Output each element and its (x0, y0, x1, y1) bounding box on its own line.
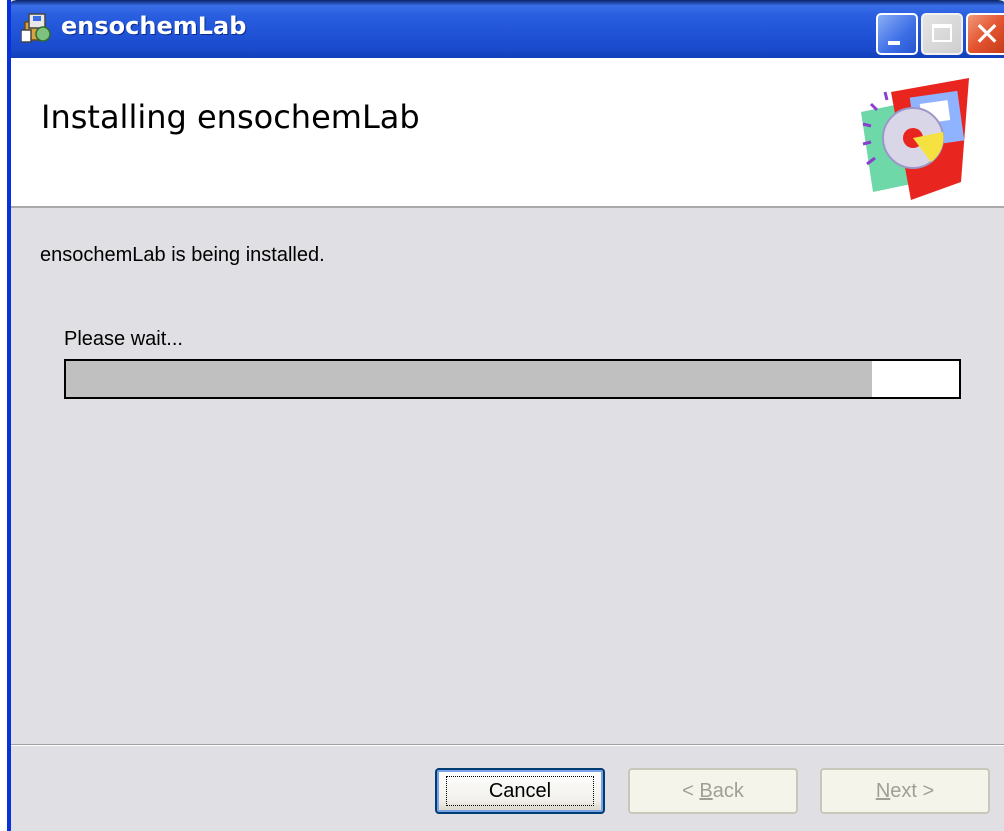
back-button: < Back (628, 768, 798, 814)
maximize-button (921, 13, 963, 55)
progress-fill (66, 361, 873, 397)
installer-package-icon (21, 13, 51, 43)
install-progress-bar (64, 359, 961, 399)
title-bar[interactable]: ensochemLab ✕ (11, 0, 1004, 58)
next-button-mnemonic: N (875, 780, 891, 802)
maximize-icon (932, 24, 952, 42)
minimize-icon (888, 41, 900, 45)
please-wait-label: Please wait... (64, 328, 183, 350)
back-button-rest: ack (712, 780, 744, 802)
install-status-text: ensochemLab is being installed. (40, 244, 325, 266)
next-button: Next > (820, 768, 990, 814)
content-area: ensochemLab is being installed. Please w… (11, 208, 1004, 744)
header-banner: Installing ensochemLab (11, 58, 1004, 208)
installer-window: ensochemLab ✕ Installing ensochemLab ens… (7, 0, 1004, 831)
setup-cd-floppy-graphic (861, 78, 969, 200)
cancel-button[interactable]: Cancel (435, 768, 605, 814)
close-button[interactable]: ✕ (966, 13, 1004, 55)
window-title: ensochemLab (61, 12, 247, 40)
next-button-rest: ext > (890, 780, 935, 802)
cancel-button-label: Cancel (445, 776, 595, 806)
back-button-mnemonic: B (699, 780, 713, 802)
back-button-prefix: < (682, 780, 700, 802)
button-bar: Cancel < Back Next > (11, 746, 1004, 831)
close-icon: ✕ (973, 15, 1001, 53)
page-title: Installing ensochemLab (41, 98, 420, 136)
minimize-button[interactable] (876, 13, 918, 55)
